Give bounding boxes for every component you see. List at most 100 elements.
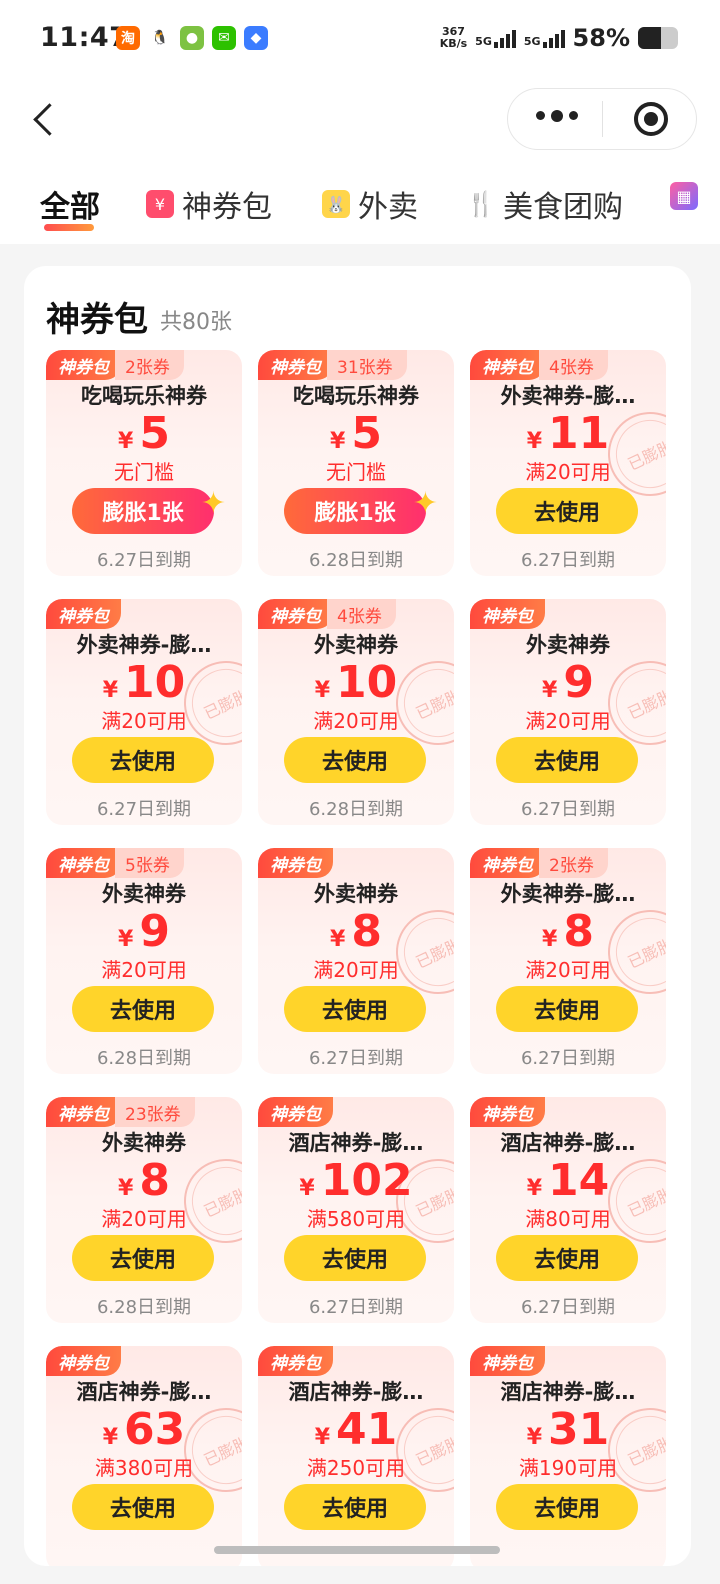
coupon-card[interactable]: 神券包 已膨胀 酒店神券-膨… ¥14 满80可用 去使用 6.27日到期 bbox=[470, 1097, 666, 1323]
use-coupon-button[interactable]: 去使用 bbox=[496, 1235, 638, 1281]
coupon-card[interactable]: 神券包 4张券 已膨胀 外卖神券 ¥10 满20可用 去使用 6.28日到期 bbox=[258, 599, 454, 825]
coupon-count-badge: 2张券 bbox=[539, 848, 608, 878]
coupon-card[interactable]: 神券包 2张券 已膨胀 外卖神券-膨… ¥8 满20可用 去使用 6.27日到期 bbox=[470, 848, 666, 1074]
coupon-badge-row: 神券包 5张券 bbox=[46, 848, 184, 878]
coupon-card[interactable]: 神券包 23张券 已膨胀 外卖神券 ¥8 满20可用 去使用 6.28日到期 bbox=[46, 1097, 242, 1323]
coupon-pack-badge: 神券包 bbox=[46, 350, 121, 380]
coupon-count-badge: 2张券 bbox=[115, 350, 184, 380]
coupon-pack-badge: 神券包 bbox=[258, 1346, 333, 1376]
use-coupon-button[interactable]: 去使用 bbox=[284, 986, 426, 1032]
coupon-count-badge: 5张券 bbox=[115, 848, 184, 878]
coupon-count-badge: 4张券 bbox=[539, 350, 608, 380]
coupon-card[interactable]: 神券包31张券吃喝玩乐神券¥5无门槛膨胀1张6.28日到期 bbox=[258, 350, 454, 576]
tab-more[interactable]: ▦ bbox=[670, 182, 698, 210]
coupon-card[interactable]: 神券包 已膨胀 酒店神券-膨… ¥102 满580可用 去使用 6.27日到期 bbox=[258, 1097, 454, 1323]
use-coupon-button[interactable]: 去使用 bbox=[496, 488, 638, 534]
coupon-condition: 满250可用 bbox=[306, 1456, 406, 1480]
use-coupon-button[interactable]: 去使用 bbox=[72, 1484, 214, 1530]
use-coupon-button[interactable]: 去使用 bbox=[284, 1484, 426, 1530]
coupon-condition: 无门槛 bbox=[114, 460, 174, 484]
coupon-badge-row: 神券包 2张券 bbox=[46, 350, 184, 380]
coupon-value: 5 bbox=[139, 408, 170, 459]
coupon-expiry: 6.28日到期 bbox=[96, 1048, 192, 1069]
coupon-amount: ¥5 bbox=[46, 408, 242, 459]
coupon-card[interactable]: 神券包 已膨胀 酒店神券-膨… ¥41 满250可用 去使用 bbox=[258, 1346, 454, 1566]
tab-all[interactable]: 全部 bbox=[40, 182, 100, 226]
signal-bars-icon bbox=[542, 28, 565, 48]
use-coupon-button[interactable]: 去使用 bbox=[496, 737, 638, 783]
use-coupon-button[interactable]: 去使用 bbox=[72, 1235, 214, 1281]
coupon-pack-badge: 神券包 bbox=[470, 848, 545, 878]
coupon-badge-row: 神券包 bbox=[258, 1097, 333, 1127]
wechat-icon: ✉ bbox=[212, 26, 236, 50]
more-icon[interactable] bbox=[536, 110, 578, 122]
tab-food-group[interactable]: 🍴 美食团购 bbox=[466, 182, 623, 226]
coupon-condition: 满20可用 bbox=[101, 709, 187, 733]
coupon-card[interactable]: 神券包2张券吃喝玩乐神券¥5无门槛膨胀1张6.27日到期 bbox=[46, 350, 242, 576]
signal-sim2: 5G bbox=[524, 28, 565, 48]
use-coupon-button[interactable]: 去使用 bbox=[284, 1235, 426, 1281]
use-coupon-button[interactable]: 去使用 bbox=[72, 986, 214, 1032]
coupon-badge-row: 神券包 2张券 bbox=[470, 848, 608, 878]
coupon-value: 9 bbox=[563, 657, 594, 708]
section-count: 共80张 bbox=[160, 310, 232, 335]
tab-takeout[interactable]: 🐰 外卖 bbox=[322, 182, 418, 226]
currency-symbol: ¥ bbox=[118, 927, 134, 952]
back-arrow-icon[interactable] bbox=[28, 98, 58, 138]
coupon-count-badge: 31张券 bbox=[327, 350, 407, 380]
coupon-name: 外卖神券-膨… bbox=[500, 882, 636, 906]
use-coupon-button[interactable]: 去使用 bbox=[72, 737, 214, 783]
coupon-pack-badge: 神券包 bbox=[258, 1097, 333, 1127]
coupon-section-card: 神券包 共80张 神券包2张券吃喝玩乐神券¥5无门槛膨胀1张6.27日到期神券包… bbox=[24, 266, 691, 1566]
coupon-condition: 满20可用 bbox=[525, 709, 611, 733]
coupon-pack-badge: 神券包 bbox=[470, 350, 545, 380]
signal-sim1: 5G bbox=[475, 28, 516, 48]
coupon-name: 酒店神券-膨… bbox=[500, 1131, 636, 1155]
coupon-badge-row: 神券包 bbox=[470, 1346, 545, 1376]
use-coupon-button[interactable]: 去使用 bbox=[496, 1484, 638, 1530]
coupon-card[interactable]: 神券包 4张券 已膨胀 外卖神券-膨… ¥11 满20可用 去使用 6.27日到期 bbox=[470, 350, 666, 576]
coupon-card[interactable]: 神券包 已膨胀 外卖神券 ¥8 满20可用 去使用 6.27日到期 bbox=[258, 848, 454, 1074]
more-category-icon: ▦ bbox=[670, 182, 698, 210]
use-coupon-button[interactable]: 去使用 bbox=[496, 986, 638, 1032]
coupon-pack-icon: ¥ bbox=[146, 190, 174, 218]
battery-percent: 58% bbox=[572, 24, 630, 52]
coupon-value: 10 bbox=[336, 657, 398, 708]
use-coupon-button[interactable]: 去使用 bbox=[284, 737, 426, 783]
currency-symbol: ¥ bbox=[102, 678, 119, 703]
fork-knife-icon: 🍴 bbox=[466, 190, 496, 218]
currency-symbol: ¥ bbox=[542, 927, 558, 952]
coupon-amount: ¥10 bbox=[258, 657, 454, 708]
coupon-card[interactable]: 神券包 已膨胀 外卖神券-膨… ¥10 满20可用 去使用 6.27日到期 bbox=[46, 599, 242, 825]
currency-symbol: ¥ bbox=[542, 678, 558, 703]
coupon-condition: 满580可用 bbox=[306, 1207, 406, 1231]
tab-coupon-pack[interactable]: ¥ 神券包 bbox=[146, 182, 272, 226]
coupon-badge-row: 神券包 bbox=[470, 599, 545, 629]
expand-coupon-button[interactable]: 膨胀1张 bbox=[72, 486, 226, 534]
status-bar: 11:47 淘 🐧 ● ✉ ◆ 367 KB/s 5G 5G 58% bbox=[0, 0, 720, 80]
coupon-badge-row: 神券包 4张券 bbox=[470, 350, 608, 380]
coupon-condition: 满20可用 bbox=[101, 1207, 187, 1231]
coupon-name: 外卖神券 bbox=[314, 882, 398, 906]
coupon-condition: 满80可用 bbox=[525, 1207, 611, 1231]
qq-icon: 🐧 bbox=[151, 30, 169, 46]
coupon-pack-badge: 神券包 bbox=[258, 350, 333, 380]
coupon-card[interactable]: 神券包 已膨胀 酒店神券-膨… ¥31 满190可用 去使用 bbox=[470, 1346, 666, 1566]
coupon-pack-badge: 神券包 bbox=[46, 1097, 121, 1127]
coupon-card[interactable]: 神券包 5张券 外卖神券 ¥9 满20可用 去使用 6.28日到期 bbox=[46, 848, 242, 1074]
coupon-amount: ¥63 bbox=[46, 1404, 242, 1455]
notification-icons: 淘 🐧 ● ✉ ◆ bbox=[116, 26, 268, 50]
close-target-icon[interactable] bbox=[634, 102, 668, 136]
signal-bars-icon bbox=[493, 28, 516, 48]
coupon-card[interactable]: 神券包 已膨胀 外卖神券 ¥9 满20可用 去使用 6.27日到期 bbox=[470, 599, 666, 825]
coupon-card[interactable]: 神券包 已膨胀 酒店神券-膨… ¥63 满380可用 去使用 bbox=[46, 1346, 242, 1566]
coupon-expiry: 6.28日到期 bbox=[308, 799, 404, 820]
coupon-pack-badge: 神券包 bbox=[46, 599, 121, 629]
section-title: 神券包 bbox=[46, 300, 148, 340]
coupon-amount: ¥8 bbox=[470, 906, 666, 957]
capsule-divider bbox=[602, 101, 603, 137]
coupon-expiry: 6.28日到期 bbox=[96, 1297, 192, 1318]
system-indicators: 367 KB/s 5G 5G 58% bbox=[440, 24, 678, 52]
coupon-badge-row: 神券包 bbox=[258, 848, 333, 878]
expand-coupon-button[interactable]: 膨胀1张 bbox=[284, 486, 438, 534]
